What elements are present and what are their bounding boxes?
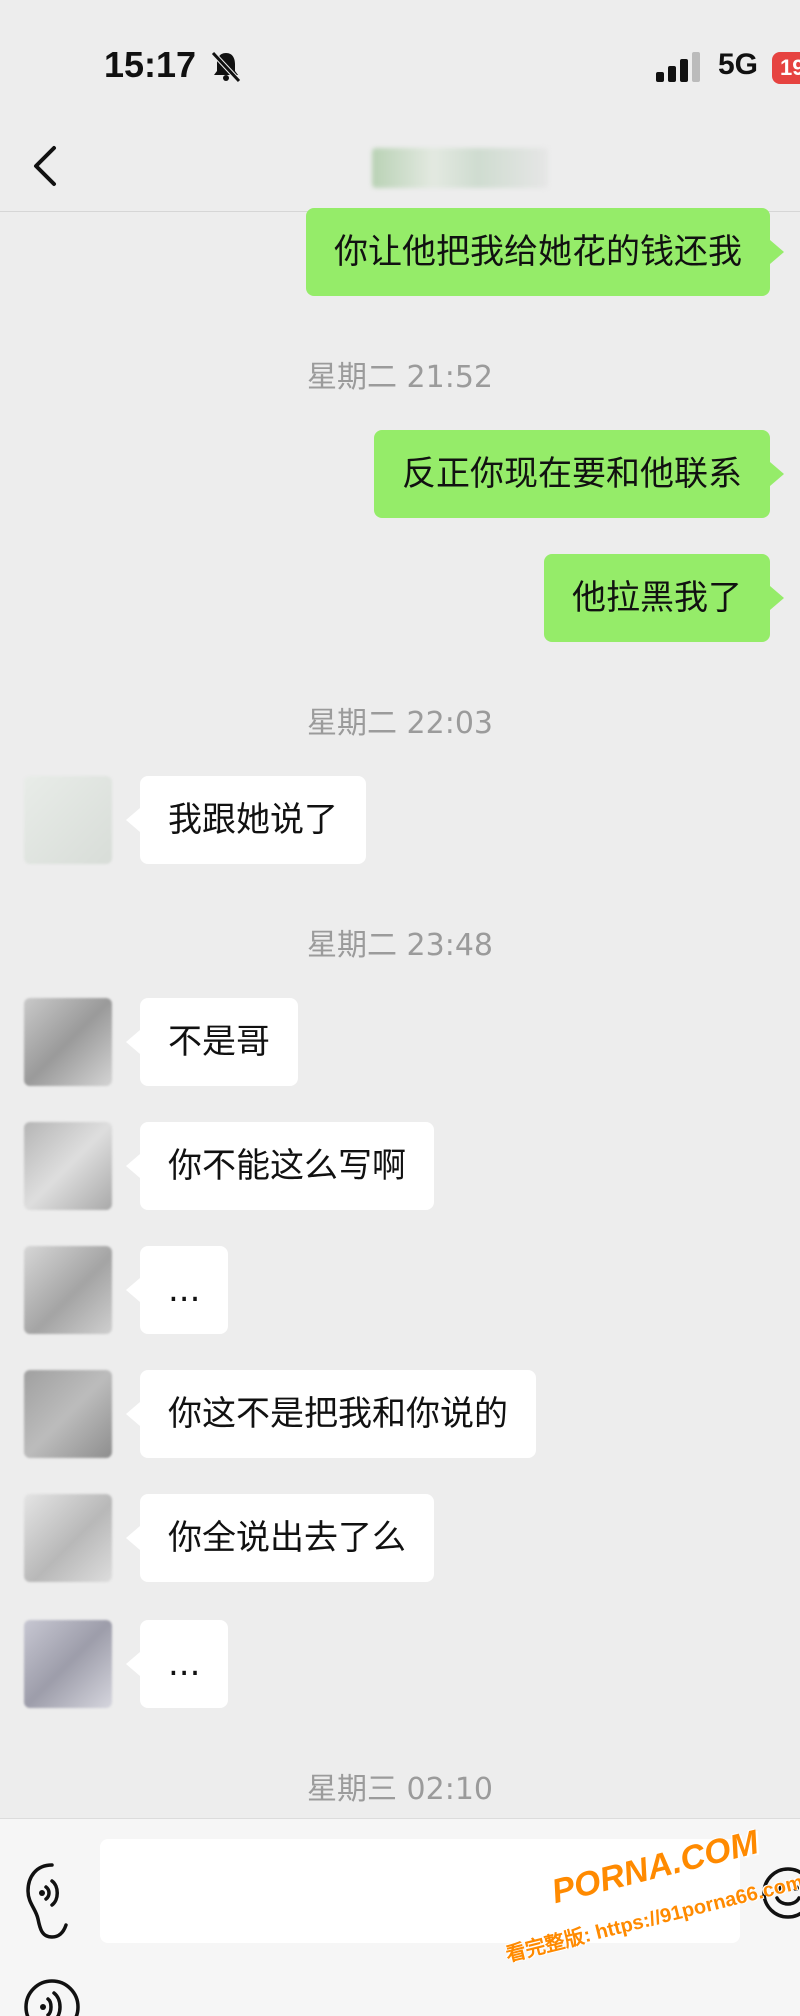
voice-icon[interactable] [20, 1859, 84, 1943]
contact-avatar[interactable] [24, 1620, 112, 1708]
message-received[interactable]: 你全说出去了么 [126, 1494, 434, 1582]
message-received[interactable]: ... [125, 1620, 229, 1708]
status-time: 15:17 [104, 44, 197, 85]
message-received[interactable]: 我跟她说了 [126, 776, 366, 864]
message-received[interactable]: ... [125, 1246, 229, 1334]
contact-avatar[interactable] [24, 776, 112, 864]
chat-header [0, 120, 800, 212]
battery-indicator: 19 [772, 52, 800, 84]
contact-avatar[interactable] [24, 1246, 112, 1334]
status-bar: 15:17 5G 19 [0, 0, 800, 120]
message-timestamp: 星期二 21:52 [307, 360, 493, 395]
contact-name-blurred [372, 148, 548, 188]
message-sent[interactable]: 他拉黑我了 [544, 554, 784, 642]
message-timestamp: 星期二 22:03 [307, 706, 493, 741]
message-received[interactable]: 不是哥 [126, 998, 298, 1086]
contact-avatar[interactable] [24, 1494, 112, 1582]
message-received[interactable]: 你不能这么写啊 [126, 1122, 434, 1210]
contact-avatar[interactable] [24, 1370, 112, 1458]
voice-icon[interactable] [20, 1975, 84, 2016]
bell-muted-icon [211, 51, 241, 83]
message-timestamp: 星期二 23:48 [307, 928, 493, 963]
contact-avatar[interactable] [24, 998, 112, 1086]
message-sent[interactable]: 反正你现在要和他联系 [374, 430, 784, 518]
signal-icon [656, 52, 700, 82]
network-type: 5G [718, 48, 759, 81]
message-sent[interactable]: 你让他把我给她花的钱还我 [306, 208, 784, 296]
contact-avatar[interactable] [24, 1122, 112, 1210]
message-received[interactable]: 你这不是把我和你说的 [126, 1370, 536, 1458]
chevron-left-icon[interactable] [26, 142, 66, 190]
